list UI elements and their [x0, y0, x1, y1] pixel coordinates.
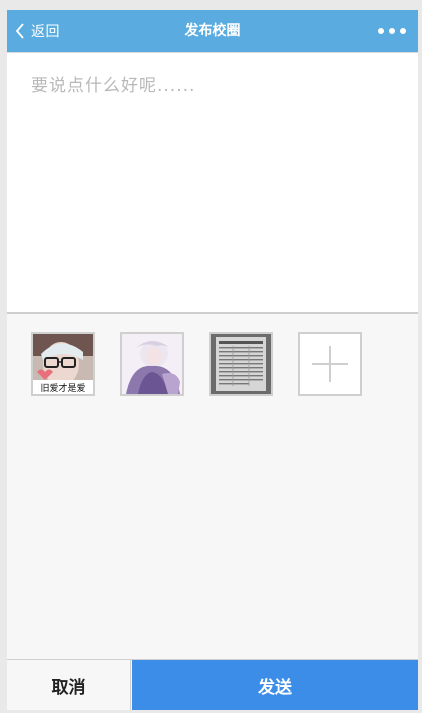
photo-caption: 旧爱才是爱 [40, 382, 85, 394]
send-button[interactable]: 发送 [132, 660, 418, 710]
photo-thumbnail-1[interactable]: 旧爱才是爱 [31, 332, 95, 396]
page-title: 发布校圈 [184, 23, 241, 39]
photo-thumbnail-3[interactable] [209, 332, 273, 396]
cancel-button[interactable]: 取消 [7, 660, 131, 710]
add-photo-button[interactable] [298, 332, 362, 396]
action-bar: 取消 发送 [7, 659, 418, 710]
post-text-input[interactable] [7, 53, 418, 312]
compose-area [7, 52, 418, 314]
photo-strip: 旧爱才是爱 [7, 332, 418, 396]
top-nav-bar: 返回 发布校圈 [7, 10, 418, 52]
photo-thumbnail-2[interactable] [120, 332, 184, 396]
more-dots-icon[interactable] [378, 10, 406, 52]
app-screen: 返回 发布校圈 旧爱才是爱 [7, 10, 418, 710]
plus-icon [312, 346, 348, 382]
